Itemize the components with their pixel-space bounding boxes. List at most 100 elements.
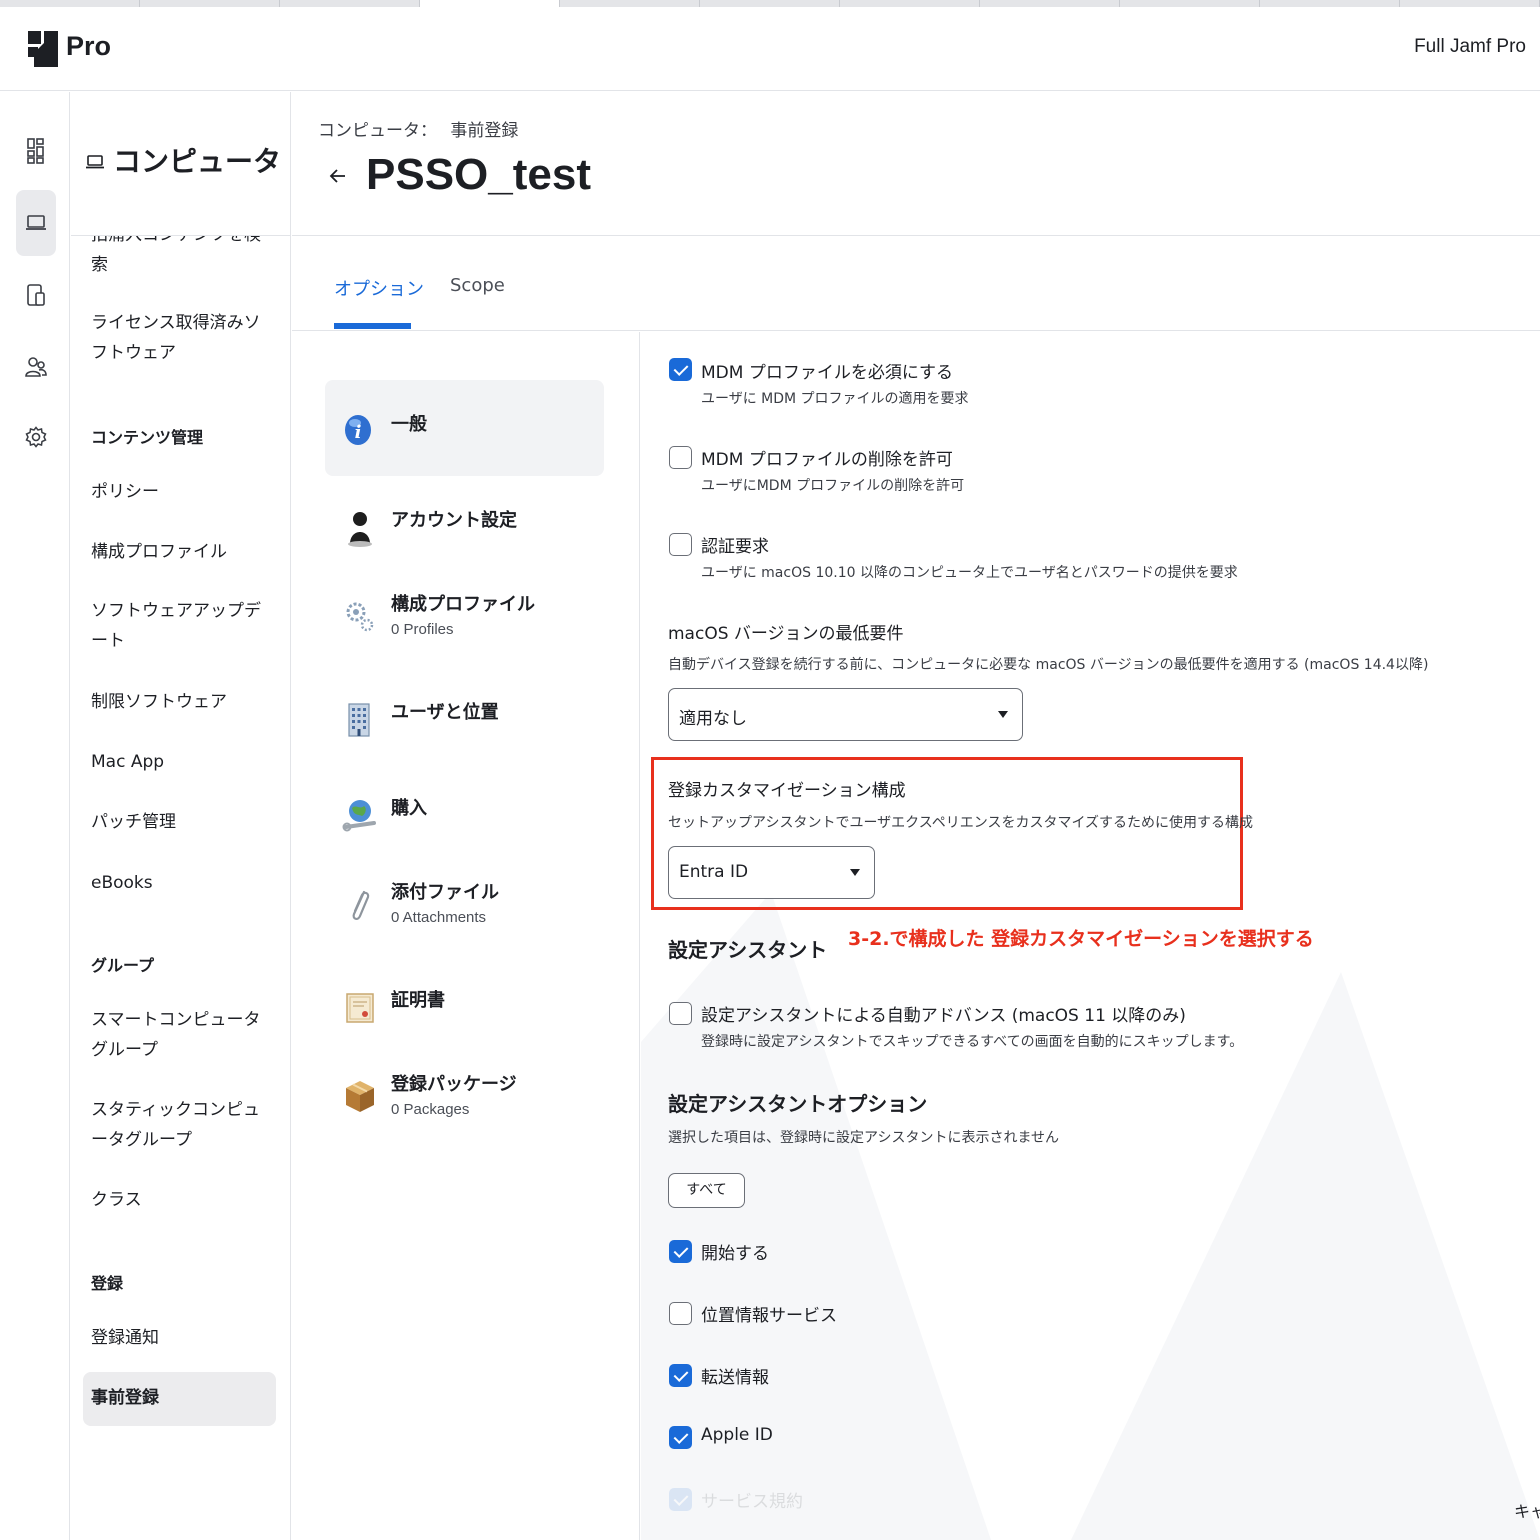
globe-wrench-icon — [342, 800, 376, 832]
sidebar-item-patch-management[interactable]: パッチ管理 — [91, 807, 271, 837]
breadcrumb: コンピュータ： 事前登録 — [318, 116, 518, 141]
certificate-icon — [346, 993, 374, 1023]
instance-switcher[interactable]: Full Jamf Pro — [1414, 36, 1526, 58]
category-enrollment-packages[interactable]: 登録パッケージ 0 Packages — [342, 1070, 622, 1130]
macos-min-label: macOS バージョンの最低要件 — [668, 624, 904, 644]
mdm-removal-label: MDM プロファイルの削除を許可 — [701, 450, 953, 470]
sidebar-item-restricted-software[interactable]: 制限ソフトウェア — [91, 687, 271, 717]
category-purchasing[interactable]: 購入 — [342, 790, 622, 850]
browser-tab[interactable] — [1120, 0, 1260, 7]
settings-category-list: i 一般 アカウント設定 構成プロファイル 0 Profiles ユーザと位置 … — [292, 332, 640, 1540]
sidebar-item-classes[interactable]: クラス — [91, 1185, 271, 1215]
mdm-required-desc: ユーザに MDM プロファイルの適用を要求 — [701, 391, 969, 407]
mdm-removal-desc: ユーザにMDM プロファイルの削除を許可 — [701, 478, 965, 494]
skip-transfer-info-label: 転送情報 — [701, 1368, 769, 1388]
mdm-required-checkbox[interactable] — [669, 358, 692, 381]
auto-advance-label: 設定アシスタントによる自動アドバンス (macOS 11 以降のみ) — [701, 1006, 1186, 1026]
sidebar-item-smart-groups[interactable]: スマートコンピュータグループ — [91, 1005, 271, 1065]
browser-tab[interactable] — [840, 0, 980, 7]
sidebar-item-licensed-software[interactable]: ライセンス取得済みソフトウェア — [91, 308, 271, 368]
skip-location-services-checkbox[interactable] — [669, 1302, 692, 1325]
back-arrow-icon[interactable] — [328, 166, 348, 186]
sidebar-item-software-updates[interactable]: ソフトウェアアップデート — [91, 596, 271, 656]
sidebar-item-static-groups[interactable]: スタティックコンピュータグループ — [91, 1095, 271, 1155]
chevron-down-icon — [850, 869, 860, 876]
browser-tab[interactable] — [280, 0, 420, 7]
icon-rail — [0, 92, 70, 1540]
category-attachments[interactable]: 添付ファイル 0 Attachments — [342, 878, 622, 938]
enrollment-customization-value: Entra ID — [679, 862, 749, 882]
browser-tab[interactable] — [1260, 0, 1400, 7]
sidebar-group-enrollment: 登録 — [91, 1274, 124, 1293]
auto-advance-checkbox[interactable] — [669, 1002, 692, 1025]
sidebar-item-policies[interactable]: ポリシー — [91, 477, 271, 507]
category-label: 購入 — [391, 798, 427, 819]
skip-apple-id-label: Apple ID — [701, 1425, 773, 1445]
sidebar-item-ebooks[interactable]: eBooks — [91, 868, 271, 898]
macos-min-value: 適用なし — [679, 709, 747, 729]
sidebar-header: コンピュータ — [71, 92, 290, 236]
browser-tab-strip — [0, 0, 1540, 7]
sidebar-group-groups: グループ — [91, 956, 155, 975]
users-nav[interactable] — [16, 334, 56, 400]
auth-required-label: 認証要求 — [701, 537, 769, 557]
mdm-required-label: MDM プロファイルを必須にする — [701, 363, 953, 383]
browser-tab[interactable] — [980, 0, 1120, 7]
sidebar-item-enrollment-notifications[interactable]: 登録通知 — [91, 1323, 271, 1353]
auth-required-desc: ユーザに macOS 10.10 以降のコンピュータ上でユーザ名とパスワードの提… — [701, 565, 1238, 581]
setup-assistant-title: 設定アシスタント — [668, 938, 828, 962]
enrollment-customization-label: 登録カスタマイゼーション構成 — [668, 781, 906, 801]
category-certificates[interactable]: 証明書 — [342, 982, 622, 1042]
building-icon — [348, 703, 370, 737]
skip-terms-checkbox[interactable] — [669, 1488, 692, 1511]
laptop-icon — [26, 215, 46, 230]
paperclip-icon — [352, 890, 370, 920]
browser-tab[interactable] — [700, 0, 840, 7]
skip-transfer-info-checkbox[interactable] — [669, 1364, 692, 1387]
breadcrumb-parent[interactable]: コンピュータ： — [318, 121, 437, 141]
sidebar-item-prestage-enrollment[interactable]: 事前登録 — [91, 1383, 271, 1413]
skip-apple-id-checkbox[interactable] — [669, 1426, 692, 1449]
background-watermark — [641, 892, 1540, 1540]
enrollment-customization-select[interactable]: Entra ID — [668, 846, 875, 899]
browser-tab[interactable] — [140, 0, 280, 7]
user-silhouette-icon — [348, 512, 372, 547]
tab-scope[interactable]: Scope — [450, 275, 505, 296]
mdm-removal-checkbox[interactable] — [669, 446, 692, 469]
skip-get-started-label: 開始する — [701, 1244, 769, 1264]
page-title: PSSO_test — [366, 150, 591, 199]
category-user-location[interactable]: ユーザと位置 — [342, 694, 622, 754]
skip-get-started-checkbox[interactable] — [669, 1240, 692, 1263]
auto-advance-desc: 登録時に設定アシスタントでスキップできるすべての画面を自動的にスキップします。 — [701, 1034, 1244, 1050]
mobile-devices-icon — [27, 284, 45, 306]
computers-nav[interactable] — [16, 190, 56, 256]
category-account-settings[interactable]: アカウント設定 — [342, 502, 622, 562]
auth-required-checkbox[interactable] — [669, 533, 692, 556]
dashboard-nav[interactable] — [16, 118, 56, 184]
category-label: ユーザと位置 — [391, 702, 499, 723]
macos-min-desc: 自動デバイス登録を続行する前に、コンピュータに必要な macOS バージョンの最… — [668, 657, 1429, 673]
sidebar-item-config-profiles[interactable]: 構成プロファイル — [91, 537, 271, 567]
tab-options[interactable]: オプション — [334, 275, 424, 301]
package-icon — [346, 1081, 374, 1112]
settings-nav[interactable] — [16, 404, 56, 470]
category-count: 0 Profiles — [391, 621, 454, 638]
category-label: 証明書 — [391, 990, 445, 1011]
jamf-logo-icon[interactable] — [28, 31, 58, 67]
sidebar-group-content: コンテンツ管理 — [91, 428, 204, 447]
macos-min-select[interactable]: 適用なし — [668, 688, 1023, 741]
tab-active-indicator — [334, 323, 411, 329]
devices-nav[interactable] — [16, 262, 56, 328]
skip-location-services-label: 位置情報サービス — [701, 1306, 837, 1326]
browser-tab[interactable] — [1400, 0, 1540, 7]
category-general[interactable]: i 一般 — [342, 406, 622, 466]
cancel-button-partial[interactable]: キャ — [1514, 1498, 1540, 1522]
sidebar-item-mac-apps[interactable]: Mac App — [91, 747, 271, 777]
select-all-button[interactable]: すべて — [668, 1173, 745, 1208]
options-form: MDM プロファイルを必須にする ユーザに MDM プロファイルの適用を要求 M… — [641, 332, 1540, 1540]
category-config-profiles[interactable]: 構成プロファイル 0 Profiles — [342, 590, 622, 650]
browser-tab[interactable] — [0, 0, 140, 7]
browser-tab-active[interactable] — [420, 0, 560, 7]
browser-tab[interactable] — [560, 0, 700, 7]
setup-options-desc: 選択した項目は、登録時に設定アシスタントに表示されません — [668, 1130, 1060, 1146]
